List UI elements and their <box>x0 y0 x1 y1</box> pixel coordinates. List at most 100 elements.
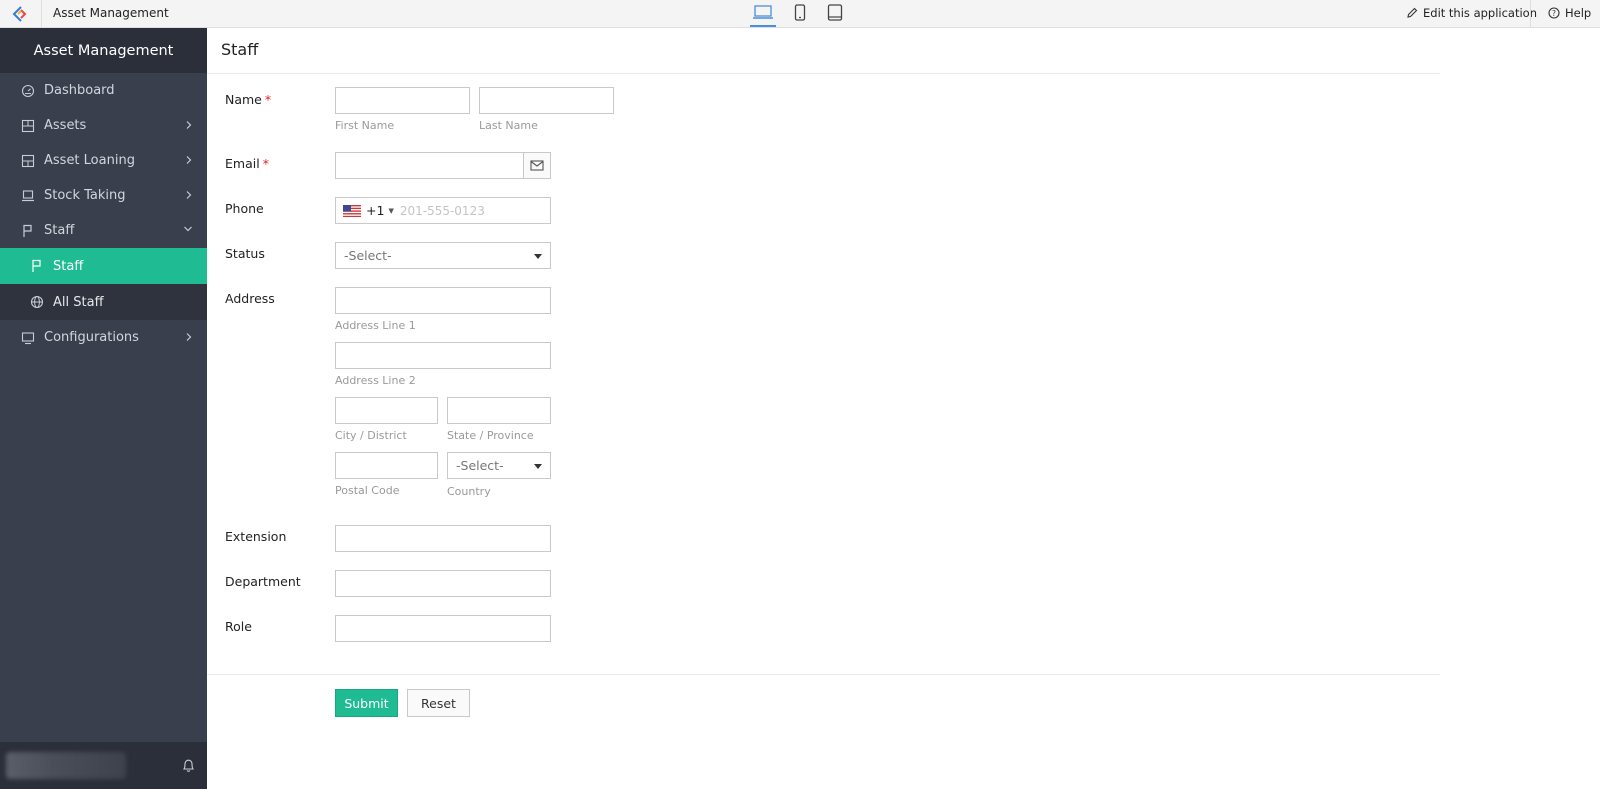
assets-icon <box>21 119 35 133</box>
sidebar-item-staff[interactable]: Staff <box>0 213 207 248</box>
status-select[interactable]: -Select- <box>335 242 551 269</box>
city-hint: City / District <box>335 429 407 442</box>
sidebar-item-label: Dashboard <box>44 83 115 98</box>
page-title: Staff <box>221 40 259 59</box>
phone-input[interactable] <box>399 198 540 223</box>
first-name-input[interactable] <box>335 87 470 114</box>
country-code[interactable]: +1 <box>366 203 384 218</box>
header-divider <box>207 73 1440 74</box>
country-hint: Country <box>447 485 491 498</box>
caret-down-icon[interactable]: ▼ <box>388 207 393 215</box>
tablet-view-button[interactable] <box>822 4 848 27</box>
submit-button[interactable]: Submit <box>335 689 398 717</box>
email-label-text: Email <box>225 156 260 171</box>
flag-icon <box>30 259 44 273</box>
sidebar-item-asset-loaning[interactable]: Asset Loaning <box>0 143 207 178</box>
sidebar-item-label: Configurations <box>44 330 139 345</box>
footer-divider <box>207 674 1440 675</box>
sidebar-item-label: Asset Loaning <box>44 153 135 168</box>
sidebar-item-label: Stock Taking <box>44 188 126 203</box>
department-label: Department <box>225 574 301 589</box>
address-line1-hint: Address Line 1 <box>335 319 416 332</box>
sidebar-subitem-staff[interactable]: Staff <box>0 248 207 284</box>
sidebar-item-assets[interactable]: Assets <box>0 108 207 143</box>
status-label: Status <box>225 246 265 261</box>
role-input[interactable] <box>335 615 551 642</box>
sidebar-item-stock-taking[interactable]: Stock Taking <box>0 178 207 213</box>
email-label: Email * <box>225 156 269 171</box>
flag-icon <box>21 224 35 238</box>
sidebar-item-label: Assets <box>44 118 87 133</box>
chevron-right-icon <box>186 333 192 341</box>
address-line1-input[interactable] <box>335 287 551 314</box>
email-input[interactable] <box>336 153 524 178</box>
zoho-creator-logo-icon <box>12 5 26 22</box>
laptop-icon <box>753 5 773 19</box>
sidebar-title: Asset Management <box>0 28 207 73</box>
last-name-input[interactable] <box>479 87 614 114</box>
mobile-icon <box>794 4 806 21</box>
name-label: Name * <box>225 92 271 107</box>
sidebar-footer <box>0 742 207 789</box>
help-label: Help <box>1565 6 1592 20</box>
chevron-right-icon <box>186 121 192 129</box>
us-flag-icon[interactable] <box>343 204 361 217</box>
sidebar-item-label: Staff <box>44 223 75 238</box>
app-logo[interactable] <box>0 0 42 27</box>
svg-text:?: ? <box>1552 9 1556 18</box>
pencil-icon <box>1407 7 1418 18</box>
country-select[interactable]: -Select- <box>447 452 551 479</box>
edit-application-link[interactable]: Edit this application <box>1406 6 1537 20</box>
avatar[interactable] <box>6 752 126 779</box>
phone-field: +1 ▼ <box>335 197 551 224</box>
edit-application-label: Edit this application <box>1423 6 1538 20</box>
required-mark: * <box>262 156 269 171</box>
city-input[interactable] <box>335 397 438 424</box>
chevron-right-icon <box>186 191 192 199</box>
sidebar: Asset Management Dashboard Assets Asset … <box>0 28 207 789</box>
top-bar: Asset Management Edit this application ?… <box>0 0 1600 28</box>
address-line2-hint: Address Line 2 <box>335 374 416 387</box>
status-select-value: -Select- <box>344 248 392 263</box>
app-name: Asset Management <box>53 6 169 20</box>
envelope-icon <box>530 160 544 171</box>
monitor-icon <box>21 331 35 345</box>
country-select-value: -Select- <box>456 458 504 473</box>
asset-loaning-icon <box>21 154 35 168</box>
stock-taking-icon <box>21 189 35 203</box>
bell-icon[interactable] <box>182 758 195 773</box>
address-line2-input[interactable] <box>335 342 551 369</box>
sidebar-item-configurations[interactable]: Configurations <box>0 320 207 355</box>
first-name-hint: First Name <box>335 119 395 132</box>
reset-button[interactable]: Reset <box>407 689 470 717</box>
phone-label: Phone <box>225 201 264 216</box>
topbar-divider <box>1530 0 1531 27</box>
mobile-view-button[interactable] <box>787 4 813 27</box>
sidebar-subitem-label: All Staff <box>53 294 104 310</box>
name-label-text: Name <box>225 92 262 107</box>
postal-code-input[interactable] <box>335 452 438 479</box>
sidebar-subitem-all-staff[interactable]: All Staff <box>0 284 207 320</box>
globe-icon <box>30 295 44 309</box>
dashboard-icon <box>21 84 35 98</box>
caret-down-icon <box>534 464 542 469</box>
laptop-view-button[interactable] <box>750 4 776 27</box>
help-icon: ? <box>1548 7 1560 19</box>
role-label: Role <box>225 619 252 634</box>
help-link[interactable]: ? Help <box>1548 6 1591 20</box>
required-mark: * <box>264 92 272 107</box>
postal-code-hint: Postal Code <box>335 484 400 497</box>
sidebar-item-dashboard[interactable]: Dashboard <box>0 73 207 108</box>
department-input[interactable] <box>335 570 551 597</box>
extension-input[interactable] <box>335 525 551 552</box>
state-hint: State / Province <box>447 429 534 442</box>
chevron-down-icon <box>184 226 192 232</box>
address-label: Address <box>225 291 275 306</box>
email-field <box>335 152 551 179</box>
last-name-hint: Last Name <box>479 119 538 132</box>
sidebar-subitem-label: Staff <box>53 258 84 274</box>
tablet-icon <box>827 4 843 21</box>
state-input[interactable] <box>447 397 551 424</box>
email-button[interactable] <box>523 153 550 178</box>
chevron-right-icon <box>186 156 192 164</box>
